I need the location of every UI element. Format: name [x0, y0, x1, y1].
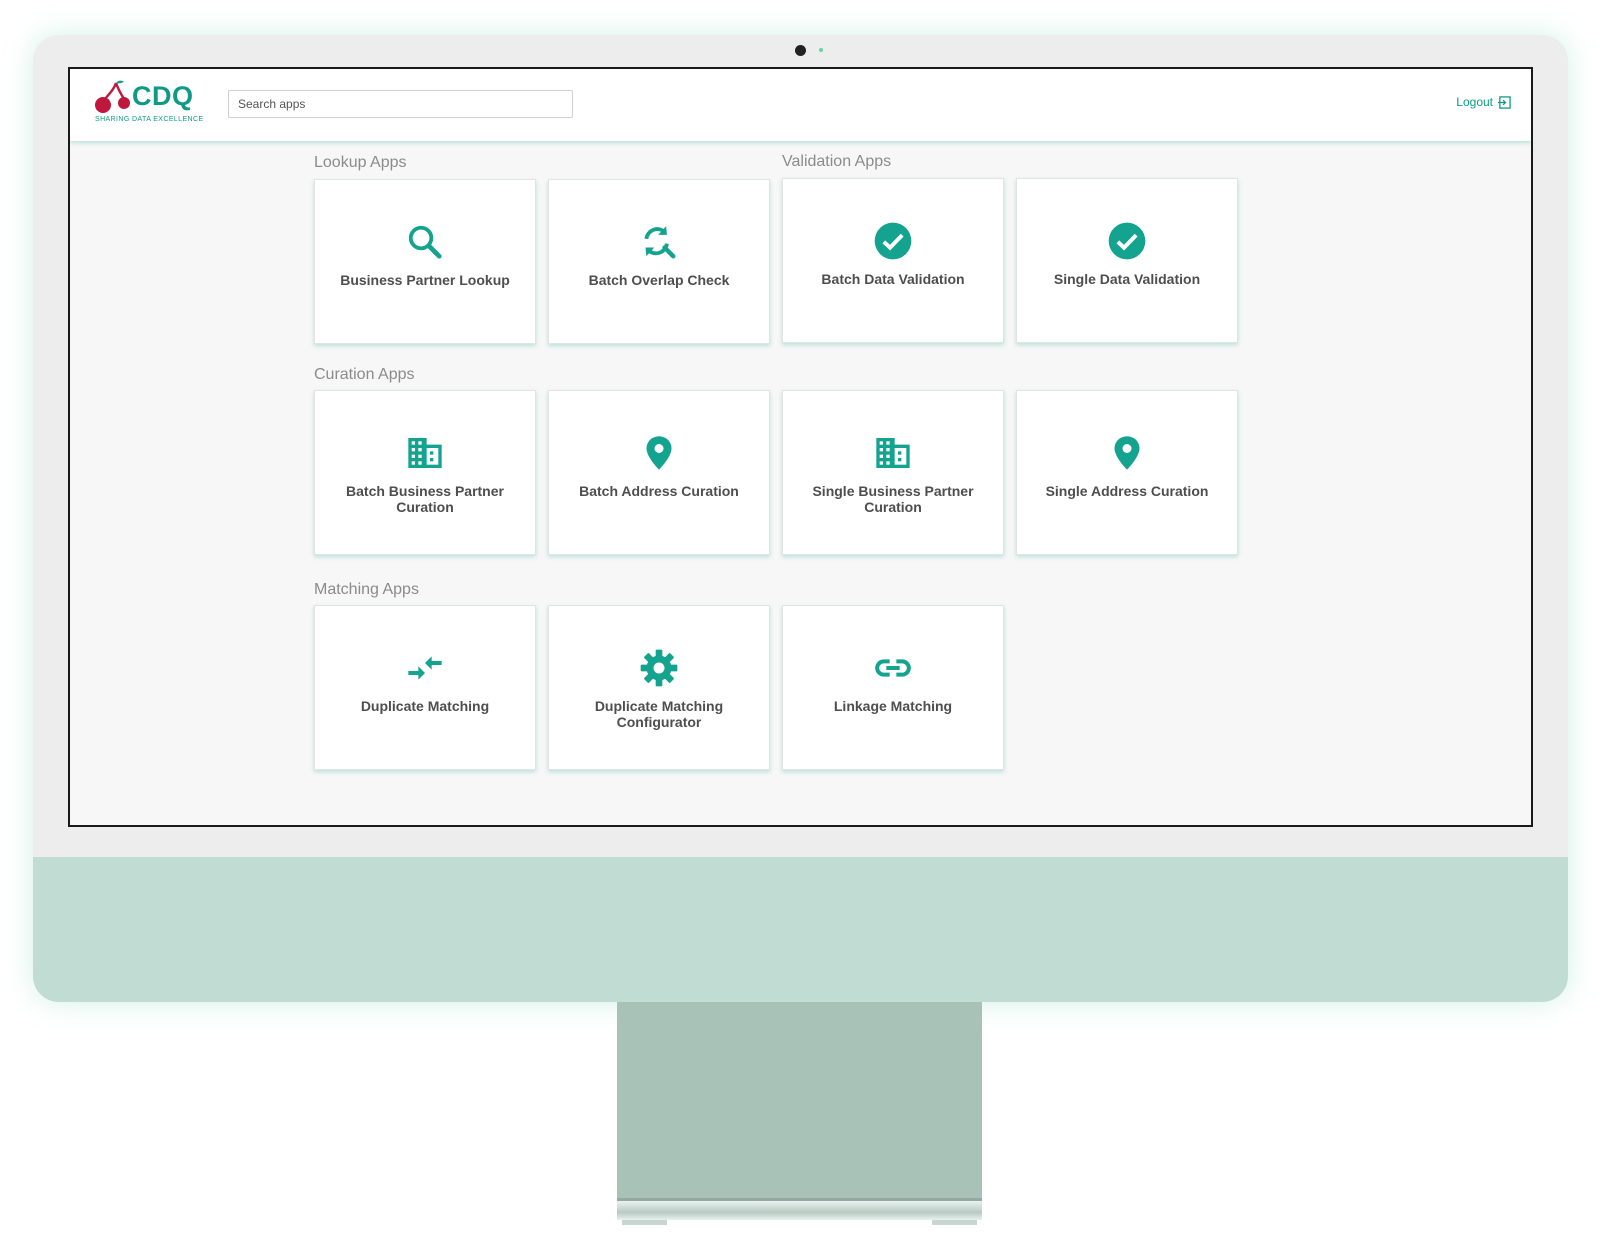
search-icon: [405, 222, 445, 262]
app-card-label: Single Business Partner Curation: [812, 483, 974, 515]
app-card-single-business-partner-curation[interactable]: Single Business Partner Curation: [782, 390, 1004, 555]
building-icon: [405, 433, 445, 473]
gear-icon: [639, 648, 679, 688]
building-icon: [873, 433, 913, 473]
monitor-stand-base: [617, 1198, 982, 1220]
location-pin-icon: [1107, 433, 1147, 473]
section-title-validation: Validation Apps: [782, 153, 892, 170]
logout-button[interactable]: Logout: [1456, 95, 1511, 109]
app-card-label: Single Address Curation: [1045, 483, 1209, 499]
logo-tagline: SHARING DATA EXCELLENCE: [95, 116, 204, 123]
app-header: CDQ SHARING DATA EXCELLENCE Logout: [70, 69, 1531, 141]
app-card-duplicate-matching-configurator[interactable]: Duplicate Matching Configurator: [548, 605, 770, 770]
app-card-label: Batch Data Validation: [821, 271, 965, 287]
logout-label: Logout: [1456, 95, 1493, 109]
app-card-label: Batch Business Partner Curation: [346, 483, 504, 515]
app-card-batch-data-validation[interactable]: Batch Data Validation: [782, 178, 1004, 343]
app-card-single-address-curation[interactable]: Single Address Curation: [1016, 390, 1238, 555]
app-card-batch-overlap-check[interactable]: Batch Overlap Check: [548, 179, 770, 344]
app-card-batch-address-curation[interactable]: Batch Address Curation: [548, 390, 770, 555]
search-apps-input[interactable]: [228, 90, 573, 118]
app-card-label: Duplicate Matching: [360, 698, 490, 714]
app-card-label: Batch Overlap Check: [588, 272, 730, 288]
section-title-matching: Matching Apps: [314, 581, 419, 598]
app-card-label: Linkage Matching: [833, 698, 953, 714]
link-icon: [873, 648, 913, 688]
app-card-label: Batch Address Curation: [579, 483, 739, 499]
refresh-search-icon: [639, 222, 679, 262]
camera-dot: [795, 45, 806, 56]
logo-wordmark: CDQ: [132, 81, 194, 111]
check-circle-icon: [1107, 221, 1147, 261]
logout-icon: [1498, 95, 1511, 109]
app-card-batch-business-partner-curation[interactable]: Batch Business Partner Curation: [314, 390, 536, 555]
section-title-curation: Curation Apps: [314, 366, 415, 383]
monitor-chin: [33, 857, 1568, 1002]
stand-foot-left: [622, 1220, 667, 1225]
check-circle-icon: [873, 221, 913, 261]
section-title-lookup: Lookup Apps: [314, 154, 407, 171]
app-screen: CDQ SHARING DATA EXCELLENCE Logout Looku…: [68, 67, 1533, 827]
app-card-business-partner-lookup[interactable]: Business Partner Lookup: [314, 179, 536, 344]
app-card-linkage-matching[interactable]: Linkage Matching: [782, 605, 1004, 770]
camera-led: [819, 48, 823, 52]
monitor-stand: [617, 1002, 982, 1202]
app-card-label: Business Partner Lookup: [340, 272, 510, 288]
app-card-single-data-validation[interactable]: Single Data Validation: [1016, 178, 1238, 343]
app-card-duplicate-matching[interactable]: Duplicate Matching: [314, 605, 536, 770]
location-pin-icon: [639, 433, 679, 473]
merge-arrows-icon: [405, 648, 445, 688]
cherry-logo-icon: [95, 80, 130, 113]
app-card-label: Single Data Validation: [1053, 271, 1201, 287]
stand-foot-right: [932, 1220, 977, 1225]
cdq-logo[interactable]: CDQ SHARING DATA EXCELLENCE: [94, 79, 204, 127]
app-card-label: Duplicate Matching Configurator: [594, 698, 724, 730]
